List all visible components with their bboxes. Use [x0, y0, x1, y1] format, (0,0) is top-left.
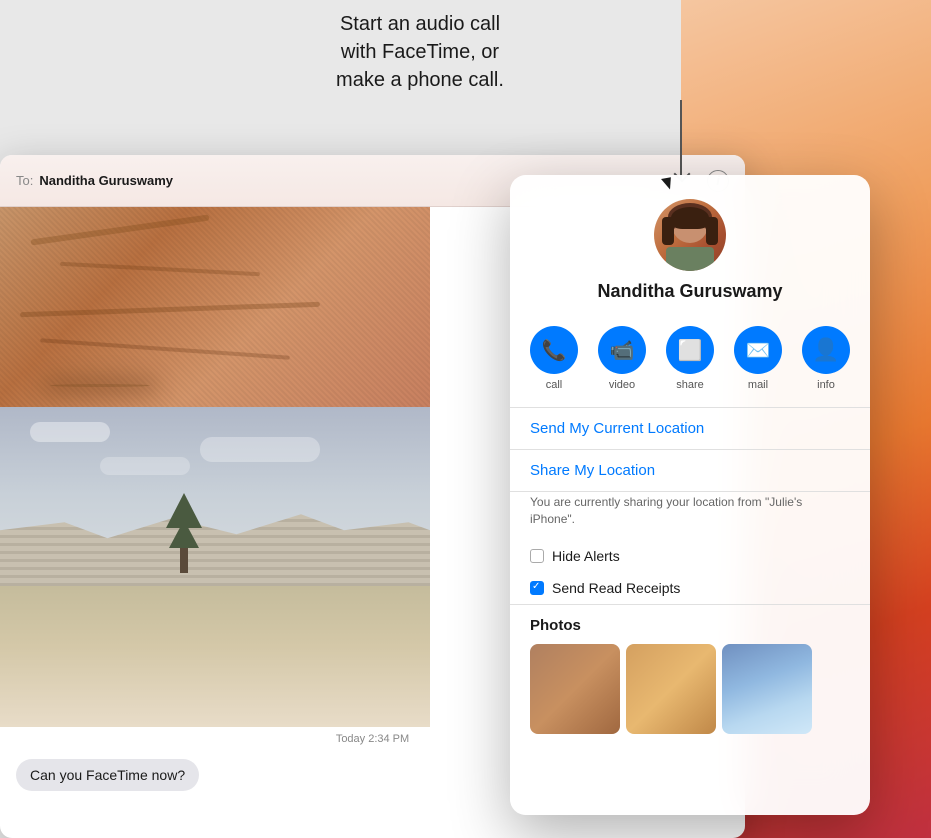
share-location-link[interactable]: Share My Location: [510, 450, 870, 491]
message-bubble: Can you FaceTime now?: [16, 759, 199, 791]
info-panel-button[interactable]: 👤 info: [802, 326, 850, 391]
photo-thumbnail-3[interactable]: [722, 644, 812, 734]
send-location-link[interactable]: Send My Current Location: [510, 408, 870, 449]
call-button[interactable]: 📞 call: [530, 326, 578, 391]
photos-title: Photos: [530, 617, 850, 634]
photos-section: Photos: [510, 605, 870, 742]
location-sharing-text: You are currently sharing your location …: [510, 492, 870, 540]
call-label: call: [546, 379, 563, 391]
to-label: To:: [16, 173, 33, 188]
callout-tooltip: Start an audio call with FaceTime, or ma…: [280, 10, 560, 94]
photos-grid: [530, 644, 850, 734]
photo-desert: [0, 207, 430, 407]
panel-header: Nanditha Guruswamy: [510, 175, 870, 318]
info-icon: 👤: [802, 326, 850, 374]
send-read-receipts-label: Send Read Receipts: [552, 580, 680, 596]
send-read-receipts-row: Send Read Receipts: [510, 572, 870, 604]
hide-alerts-checkbox[interactable]: [530, 549, 544, 563]
call-icon: 📞: [530, 326, 578, 374]
action-buttons-row: 📞 call 📹 video ⬜ share ✉️ mail 👤 info: [510, 318, 870, 407]
hide-alerts-label: Hide Alerts: [552, 548, 620, 564]
photo-thumbnail-1[interactable]: [530, 644, 620, 734]
send-read-receipts-checkbox[interactable]: [530, 581, 544, 595]
share-icon: ⬜: [666, 326, 714, 374]
header-contact-name: Nanditha Guruswamy: [39, 173, 173, 188]
panel-contact-name: Nanditha Guruswamy: [597, 281, 782, 302]
video-button[interactable]: 📹 video: [598, 326, 646, 391]
video-icon: 📹: [598, 326, 646, 374]
contact-info-panel: Nanditha Guruswamy 📞 call 📹 video ⬜ shar…: [510, 175, 870, 815]
photo-thumbnail-2[interactable]: [626, 644, 716, 734]
callout-text: Start an audio call with FaceTime, or ma…: [336, 13, 504, 91]
video-label: video: [609, 379, 635, 391]
mail-label: mail: [748, 379, 768, 391]
info-label: info: [817, 379, 835, 391]
callout-line: [680, 100, 682, 180]
contact-avatar: [654, 199, 726, 271]
share-label: share: [676, 379, 704, 391]
mail-button[interactable]: ✉️ mail: [734, 326, 782, 391]
hide-alerts-row: Hide Alerts: [510, 540, 870, 572]
photo-landscape: [0, 407, 430, 727]
share-button[interactable]: ⬜ share: [666, 326, 714, 391]
mail-icon: ✉️: [734, 326, 782, 374]
